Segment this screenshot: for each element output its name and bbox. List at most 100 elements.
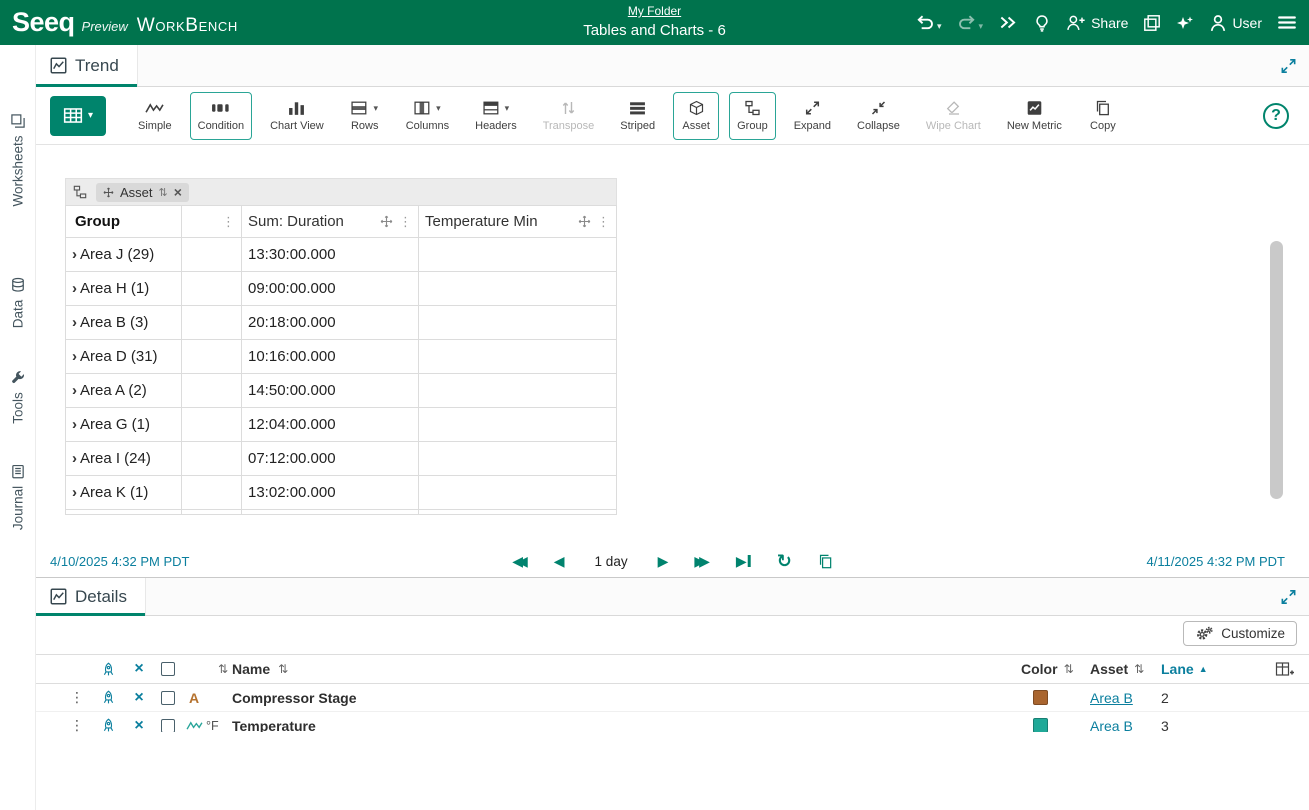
rocket-icon[interactable] [101,690,116,705]
expand-details-panel-icon[interactable] [1280,588,1297,605]
rocket-icon[interactable] [101,718,116,732]
expand-group-icon[interactable]: › [72,280,77,297]
toolbar-button-collapse[interactable]: Collapse [849,92,908,140]
rocket-icon[interactable] [101,662,116,677]
toolbar-button-columns[interactable]: ▾Columns [398,92,457,140]
expand-group-icon[interactable]: › [72,484,77,501]
grid-row[interactable]: ›Area B (3)20:18:00.000 [66,306,617,340]
toolbar-button-simple[interactable]: Simple [130,92,180,140]
grid-row[interactable]: ›Area H (1)09:00:00.000 [66,272,617,306]
share-button[interactable]: Share [1066,14,1128,31]
details-row[interactable]: ⋮×°FTemperatureArea B3 [36,712,1309,732]
expand-group-icon[interactable]: › [72,246,77,263]
refresh-icon[interactable]: ↻ [777,552,792,570]
toolbar-button-group[interactable]: Group [729,92,776,140]
caret-down-icon[interactable]: ▾ [937,21,942,32]
sidebar-item-tools[interactable]: Tools [11,370,26,424]
step-back-half-icon[interactable]: ◀ [554,554,565,568]
toolbar-button-striped[interactable]: Striped [612,92,663,140]
tab-details[interactable]: Details [36,578,146,615]
sort-icon[interactable]: ⇅ [1064,662,1074,676]
row-checkbox[interactable] [161,719,175,733]
row-menu-icon[interactable]: ⋮ [62,712,92,732]
column-menu-icon[interactable]: ⋮ [399,214,412,230]
expand-group-icon[interactable]: › [72,450,77,467]
row-menu-icon[interactable]: ⋮ [62,684,92,711]
ai-assistant-button[interactable] [1176,14,1194,32]
grid-row[interactable]: ›Area G (1)12:04:00.000 [66,408,617,442]
sidebar-item-data[interactable]: Data [11,278,26,329]
asset-link[interactable]: Area B [1090,690,1133,706]
color-swatch[interactable] [1033,718,1048,732]
grid-row[interactable]: ›Area K (1)13:02:00.000 [66,476,617,510]
grid-row[interactable]: ›Area I (24)07:12:00.000 [66,442,617,476]
customize-button[interactable]: Customize [1183,621,1297,646]
expand-group-icon[interactable]: › [72,382,77,399]
column-header-duration[interactable]: Sum: Duration⋮ [242,206,419,238]
step-back-full-icon[interactable]: ◀◀ [512,554,528,568]
sidebar-item-journal[interactable]: Journal [11,464,26,530]
toolbar-button-headers[interactable]: ▾Headers [467,92,525,140]
sidebar-item-worksheets[interactable]: Worksheets [11,113,26,206]
column-header-temperature-min[interactable]: Temperature Min⋮ [419,206,617,238]
toolbar-button-expand[interactable]: Expand [786,92,839,140]
color-column-header[interactable]: Color [1021,661,1058,677]
step-forward-full-icon[interactable]: ▶▶ [694,554,710,568]
toolbar-button-condition[interactable]: Condition [190,92,252,140]
expand-trend-panel-icon[interactable] [1280,57,1297,74]
asset-group-chip[interactable]: Asset ⇅ × [96,183,189,202]
column-header-group[interactable]: Group [66,206,182,238]
range-end[interactable]: 4/11/2025 4:32 PM PDT [1146,554,1285,569]
asset-link[interactable]: Area B [1090,718,1133,733]
vertical-scrollbar[interactable] [1270,241,1283,499]
user-menu-button[interactable]: User [1209,14,1262,32]
select-all-checkbox[interactable] [161,662,175,676]
details-row[interactable]: ⋮×ACompressor StageArea B2 [36,684,1309,712]
toolbar-button-rows[interactable]: ▾Rows [342,92,388,140]
caret-down-icon[interactable]: ▾ [979,21,984,32]
step-to-now-icon[interactable]: ▶ [736,554,751,568]
breadcrumb[interactable]: My Folder [628,4,681,18]
duration-label[interactable]: 1 day [595,554,628,569]
expand-group-icon[interactable]: › [72,348,77,365]
color-swatch[interactable] [1033,690,1048,705]
range-start[interactable]: 4/10/2025 4:32 PM PDT [50,554,189,569]
move-column-icon[interactable] [380,215,393,228]
tips-button[interactable] [1033,14,1051,32]
row-checkbox[interactable] [161,691,175,705]
toolbar-button-new-metric[interactable]: New Metric [999,92,1070,140]
forward-button[interactable] [998,14,1018,31]
move-column-icon[interactable] [578,215,591,228]
sort-icon[interactable]: ⇅ [1134,662,1144,676]
copy-range-icon[interactable] [818,554,833,569]
view-mode-button[interactable] [1143,14,1161,32]
expand-group-icon[interactable]: › [72,416,77,433]
column-menu-icon[interactable]: ⋮ [597,214,610,230]
remove-item-icon[interactable]: × [124,684,154,711]
add-column-icon[interactable] [1275,661,1295,677]
grid-row[interactable]: ›Area A (2)14:50:00.000 [66,374,617,408]
main-menu-button[interactable] [1277,14,1297,31]
scrollbar-thumb[interactable] [1270,241,1283,499]
grid-row[interactable]: ›Area J (29)13:30:00.000 [66,238,617,272]
remove-chip-icon[interactable]: × [174,185,182,199]
lane-column-header[interactable]: Lane [1161,661,1194,677]
undo-button[interactable]: ▾ [915,13,942,32]
toolbar-button-chart-view[interactable]: Chart View [262,92,332,140]
step-forward-half-icon[interactable]: ▶ [658,554,669,568]
name-column-header[interactable]: Name [232,661,270,677]
remove-all-icon[interactable]: × [124,655,154,683]
asset-column-header[interactable]: Asset [1090,661,1128,677]
toolbar-button-asset[interactable]: Asset [673,92,719,140]
column-header-blank[interactable]: ⋮ [182,206,242,238]
redo-button[interactable]: ▾ [957,13,984,32]
sort-icon[interactable]: ⇅ [218,662,228,676]
sort-icon[interactable]: ⇅ [278,662,288,676]
remove-item-icon[interactable]: × [124,712,154,732]
tab-trend[interactable]: Trend [36,45,138,86]
help-button[interactable]: ? [1263,103,1289,129]
column-menu-icon[interactable]: ⋮ [222,214,235,229]
seeq-logo[interactable]: Seeq Preview WorkBench [12,9,238,37]
expand-group-icon[interactable]: › [72,314,77,331]
table-type-dropdown[interactable]: ▾ [50,96,106,136]
